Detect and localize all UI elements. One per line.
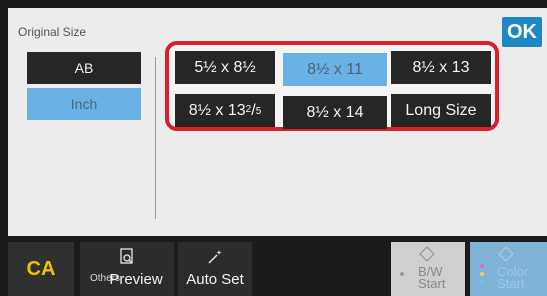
- size-8-5x13-2-5-button[interactable]: 8½ x 13 2/5: [175, 94, 275, 127]
- bw-start-button[interactable]: B/W Start: [391, 242, 465, 296]
- panel-title: Original Size: [18, 25, 87, 39]
- color-line2: Start: [497, 276, 525, 291]
- unit-inch-button[interactable]: Inch: [27, 88, 141, 120]
- size-long-button[interactable]: Long Size: [391, 94, 491, 127]
- preview-label: Preview: [109, 271, 163, 288]
- color-start-button[interactable]: Color Start: [470, 242, 547, 296]
- size-fraction-numerator: 2: [245, 104, 252, 115]
- yellow-dot: [480, 272, 484, 276]
- bw-indicator-dot: [400, 272, 404, 276]
- auto-set-label: Auto Set: [186, 271, 244, 288]
- size-8-5x13-button[interactable]: 8½ x 13: [391, 51, 491, 84]
- preview-button[interactable]: Others Preview: [80, 242, 174, 296]
- bw-start-label: B/W Start: [418, 265, 446, 291]
- copy-original-size-screen: Original Size OK AB Inch 5½ x 8½ 8½ x 11…: [0, 0, 547, 296]
- unit-ab-button[interactable]: AB: [27, 52, 141, 84]
- auto-set-button[interactable]: Auto Set: [178, 242, 252, 296]
- panel-divider: [155, 57, 156, 219]
- ok-button[interactable]: OK: [502, 17, 542, 47]
- size-8-5x14-button[interactable]: 8½ x 14: [283, 96, 387, 129]
- magic-wand-icon: [206, 248, 224, 271]
- preview-magnifier-icon: [119, 248, 135, 271]
- bw-line2: Start: [418, 276, 446, 291]
- size-8-5x11-button[interactable]: 8½ x 11: [283, 53, 387, 86]
- magenta-dot: [480, 264, 484, 268]
- clear-all-button[interactable]: CA: [8, 242, 74, 296]
- size-label-main: 8½ x 13: [188, 101, 246, 119]
- size-5-5x8-5-button[interactable]: 5½ x 8½: [175, 51, 275, 84]
- size-fraction-denominator: 5: [255, 106, 262, 117]
- cyan-dot: [480, 280, 484, 284]
- color-start-label: Color Start: [497, 265, 528, 291]
